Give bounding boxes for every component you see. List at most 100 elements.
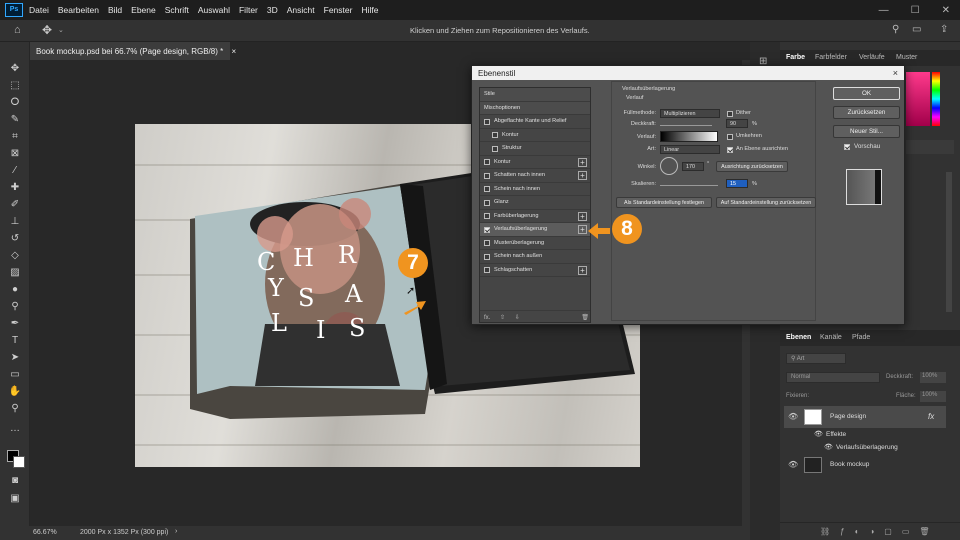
fx-menu-icon[interactable]: fx. — [484, 315, 490, 321]
workspace-icon[interactable]: ▭ — [912, 24, 921, 35]
eyedropper-icon[interactable]: ⁄ — [7, 164, 23, 178]
angle-field[interactable]: 170 — [682, 162, 704, 171]
healing-icon[interactable]: ✚ — [7, 181, 23, 195]
maximize-icon[interactable]: ☐ — [911, 5, 920, 16]
angle-dial[interactable] — [660, 157, 678, 175]
status-menu-arrow[interactable]: › — [175, 528, 177, 535]
style-item-gradient-overlay[interactable]: Verlaufsüberlagerung + — [480, 223, 590, 237]
eye-icon[interactable]: 👁 — [788, 460, 798, 469]
menu-auswahl[interactable]: Auswahl — [198, 5, 230, 15]
share-icon[interactable]: ⇪ — [940, 24, 948, 35]
layer-effects-row[interactable]: 👁 Effekte — [784, 428, 946, 442]
layer-filter-select[interactable]: ⚲ Art — [786, 353, 846, 364]
style-item-stroke[interactable]: Kontur + — [480, 156, 590, 169]
scale-slider[interactable] — [660, 185, 718, 186]
style-item-outer-glow[interactable]: Schein nach außen — [480, 250, 590, 264]
tab-farbe[interactable]: Farbe — [786, 54, 805, 61]
menu-fenster[interactable]: Fenster — [324, 5, 353, 15]
style-item-pattern-overlay[interactable]: Musterüberlagerung — [480, 237, 590, 250]
gradient-icon[interactable]: ▨ — [7, 266, 23, 280]
style-item-inner-shadow[interactable]: Schatten nach innen + — [480, 169, 590, 183]
tab-pfade[interactable]: Pfade — [852, 334, 870, 341]
menu-datei[interactable]: Datei — [29, 5, 49, 15]
zoom-level[interactable]: 66.67% — [33, 529, 57, 536]
reset-alignment-button[interactable]: Ausrichtung zurücksetzen — [716, 161, 788, 172]
dither-checkbox[interactable] — [727, 111, 733, 117]
add-icon[interactable]: + — [578, 225, 587, 234]
lasso-icon[interactable]: ⵔ — [7, 96, 23, 110]
brush-icon[interactable]: ✐ — [7, 198, 23, 212]
history-brush-icon[interactable]: ↺ — [7, 232, 23, 246]
blur-icon[interactable]: ● — [7, 283, 23, 297]
style-item-contour-sub[interactable]: Kontur — [480, 129, 590, 142]
checkbox[interactable] — [484, 267, 490, 273]
checkbox[interactable] — [484, 186, 490, 192]
add-icon[interactable]: + — [578, 171, 587, 180]
checkbox[interactable] — [484, 253, 490, 260]
panel-scrollbar[interactable] — [946, 172, 952, 312]
eye-icon[interactable]: 👁 — [824, 443, 833, 451]
style-item-drop-shadow[interactable]: Schlagschatten + — [480, 264, 590, 277]
background-color-swatch[interactable] — [13, 456, 25, 468]
scale-field[interactable]: 15 — [726, 179, 748, 188]
checkbox[interactable] — [484, 172, 490, 179]
pen-icon[interactable]: ✒ — [7, 317, 23, 331]
layer-name[interactable]: Page design — [830, 413, 866, 420]
checkbox[interactable] — [492, 132, 498, 138]
new-style-button[interactable]: Neuer Stil... — [833, 125, 900, 138]
marquee-icon[interactable]: ⬚ — [7, 79, 23, 93]
fill-field[interactable]: 100% — [920, 391, 946, 402]
layer-name[interactable]: Book mockup — [830, 461, 869, 468]
minimize-icon[interactable]: — — [879, 5, 889, 16]
cancel-button[interactable]: Zurücksetzen — [833, 106, 900, 119]
tab-verlaeufe[interactable]: Verläufe — [859, 54, 885, 61]
move-up-icon[interactable]: ⇧ — [500, 315, 505, 321]
trash-icon[interactable]: 🗑 — [581, 315, 589, 321]
styles-header[interactable]: Stile — [480, 88, 590, 102]
menu-schrift[interactable]: Schrift — [165, 5, 189, 15]
fx-icon[interactable]: fx — [928, 412, 934, 421]
crop-icon[interactable]: ⌗ — [7, 130, 23, 144]
add-icon[interactable]: + — [578, 265, 587, 275]
gradient-preview[interactable] — [660, 131, 718, 142]
tab-farbfelder[interactable]: Farbfelder — [815, 54, 847, 61]
move-tool-icon[interactable]: ✥ — [42, 23, 52, 37]
menu-hilfe[interactable]: Hilfe — [361, 5, 378, 15]
stamp-icon[interactable]: ⊥ — [7, 215, 23, 229]
ok-button[interactable]: OK — [833, 87, 900, 100]
eraser-icon[interactable]: ◇ — [7, 249, 23, 263]
reset-default-button[interactable]: Auf Standardeinstellung zurücksetzen — [716, 197, 816, 208]
style-select[interactable]: Linear — [660, 145, 720, 154]
layer-gradient-overlay-row[interactable]: 👁 Verlaufsüberlagerung — [784, 441, 946, 455]
add-icon[interactable]: + — [578, 157, 587, 167]
screen-mode-icon[interactable]: ▣ — [7, 492, 23, 506]
checkbox[interactable] — [492, 145, 498, 152]
rectangle-icon[interactable]: ▭ — [7, 368, 23, 382]
path-select-icon[interactable]: ➤ — [7, 351, 23, 365]
menu-ebene[interactable]: Ebene — [131, 5, 156, 15]
eye-icon[interactable]: 👁 — [788, 412, 798, 421]
style-item-texture[interactable]: Struktur — [480, 142, 590, 156]
checkbox[interactable] — [484, 118, 490, 125]
search-icon[interactable]: ⚲ — [892, 24, 899, 35]
move-icon[interactable]: ✥ — [7, 62, 23, 76]
checkbox[interactable] — [484, 159, 490, 165]
close-icon[interactable]: × — [893, 68, 898, 78]
set-default-button[interactable]: Als Standardeinstellung festlegen — [616, 197, 712, 208]
layer-row-book-mockup[interactable]: 👁 Book mockup — [784, 454, 946, 476]
hue-slider[interactable] — [932, 72, 940, 126]
menu-filter[interactable]: Filter — [239, 5, 258, 15]
reverse-checkbox[interactable] — [727, 134, 733, 140]
opacity-field[interactable]: 100% — [920, 372, 946, 383]
tab-muster[interactable]: Muster — [896, 54, 917, 61]
type-icon[interactable]: T — [7, 334, 23, 348]
quick-select-icon[interactable]: ✎ — [7, 113, 23, 127]
style-item-satin[interactable]: Glanz — [480, 196, 590, 210]
align-checkbox[interactable] — [727, 147, 733, 153]
blending-options[interactable]: Mischoptionen — [480, 101, 590, 115]
dodge-icon[interactable]: ⚲ — [7, 300, 23, 314]
blend-mode-select[interactable]: Multiplizieren — [660, 109, 720, 118]
hand-icon[interactable]: ✋ — [7, 385, 23, 399]
checkbox[interactable] — [484, 226, 490, 233]
add-icon[interactable]: + — [578, 211, 587, 221]
